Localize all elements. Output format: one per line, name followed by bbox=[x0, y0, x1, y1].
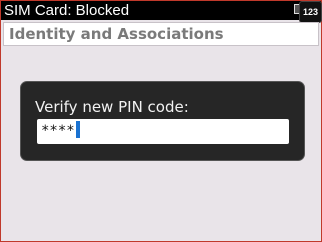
pin-input[interactable]: **** bbox=[37, 119, 289, 144]
pin-input-value: **** bbox=[41, 123, 75, 139]
window-title: SIM Card: Blocked bbox=[4, 2, 130, 19]
pin-dialog: Verify new PIN code: **** bbox=[20, 81, 305, 161]
input-mode-indicator: 123 bbox=[299, 1, 322, 23]
pin-prompt-label: Verify new PIN code: bbox=[35, 98, 189, 116]
page-title: Identity and Associations bbox=[3, 22, 319, 46]
status-bar: SIM Card: Blocked 123 bbox=[1, 1, 322, 23]
text-cursor bbox=[75, 121, 80, 138]
